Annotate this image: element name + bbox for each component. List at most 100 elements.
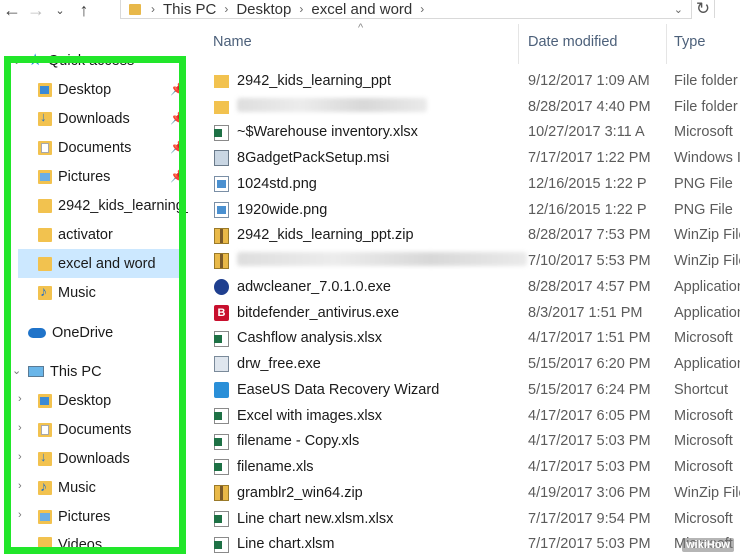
- zip-file-icon: [214, 485, 229, 501]
- file-name: Cashflow analysis.xlsx: [237, 330, 382, 346]
- chevron-down-icon[interactable]: ⌄: [12, 364, 21, 377]
- file-row[interactable]: 7/10/2017 5:53 PM WinZip File: [200, 248, 740, 274]
- nav-pc-pictures[interactable]: Pictures: [38, 502, 188, 531]
- breadcrumb-this-pc[interactable]: This PC: [163, 1, 216, 18]
- file-type: Application: [674, 305, 740, 321]
- file-date-modified: 7/17/2017 5:03 PM: [528, 536, 651, 552]
- address-bar[interactable]: › This PC › Desktop › excel and word › ⌄: [120, 0, 692, 19]
- downloads-folder-icon: [38, 452, 52, 466]
- file-row[interactable]: 8/28/2017 4:40 PMFile folder: [200, 94, 740, 120]
- folder-icon: [38, 228, 52, 242]
- file-row[interactable]: Cashflow analysis.xlsx4/17/2017 1:51 PMM…: [200, 326, 740, 352]
- up-arrow-icon[interactable]: ↑: [72, 0, 96, 20]
- nav-qa-documents[interactable]: Documents: [38, 133, 188, 162]
- redaction-blur: [237, 252, 527, 266]
- file-row[interactable]: filename.xls4/17/2017 5:03 PMMicrosoft: [200, 454, 740, 480]
- chevron-right-icon[interactable]: ›: [224, 2, 228, 16]
- nav-qa-music[interactable]: Music: [38, 278, 188, 307]
- file-row[interactable]: gramblr2_win64.zip4/19/2017 3:06 PMWinZi…: [200, 480, 740, 506]
- pin-icon[interactable]: 📌: [170, 82, 185, 96]
- address-dropdown-chevron-icon[interactable]: ⌄: [674, 3, 683, 16]
- file-row[interactable]: 1920wide.png12/16/2015 1:22 PPNG File: [200, 197, 740, 223]
- file-name-redacted: [237, 252, 527, 270]
- file-row[interactable]: EaseUS Data Recovery Wizard5/15/2017 6:2…: [200, 377, 740, 403]
- chevron-right-icon[interactable]: ›: [18, 509, 22, 521]
- chevron-right-icon[interactable]: ›: [151, 2, 155, 16]
- file-row[interactable]: 8GadgetPackSetup.msi7/17/2017 1:22 PMWin…: [200, 145, 740, 171]
- pin-icon[interactable]: 📌: [170, 140, 185, 154]
- file-name-redacted: [237, 98, 427, 116]
- documents-folder-icon: [38, 141, 52, 155]
- breadcrumb-desktop[interactable]: Desktop: [236, 1, 291, 18]
- excel-file-icon: [214, 459, 229, 475]
- column-type[interactable]: Type: [674, 34, 705, 50]
- msi-file-icon: [214, 150, 229, 166]
- breadcrumb-excel-and-word[interactable]: excel and word: [311, 1, 412, 18]
- file-row[interactable]: Bbitdefender_antivirus.exe8/3/2017 1:51 …: [200, 300, 740, 326]
- file-date-modified: 10/27/2017 3:11 A: [528, 124, 645, 140]
- chevron-right-icon[interactable]: ›: [18, 480, 22, 492]
- nav-qa-downloads[interactable]: Downloads: [38, 104, 188, 133]
- file-name: Line chart.xlsm: [237, 536, 335, 552]
- pin-icon[interactable]: 📌: [170, 111, 185, 125]
- nav-pc-music[interactable]: Music: [38, 473, 188, 502]
- file-row[interactable]: Line chart.xlsm7/17/2017 5:03 PMMicrosof…: [200, 532, 740, 557]
- file-row[interactable]: Line chart new.xlsm.xlsx7/17/2017 9:54 P…: [200, 506, 740, 532]
- chevron-right-icon[interactable]: ›: [18, 393, 22, 405]
- column-divider[interactable]: [518, 24, 519, 64]
- file-row[interactable]: filename - Copy.xls4/17/2017 5:03 PMMicr…: [200, 429, 740, 455]
- nav-pc-documents[interactable]: Documents: [38, 415, 188, 444]
- back-arrow-icon[interactable]: ←: [0, 0, 24, 20]
- nav-qa-pictures[interactable]: Pictures: [38, 162, 188, 191]
- nav-qa-activator[interactable]: activator: [38, 220, 188, 249]
- column-divider[interactable]: [666, 24, 667, 64]
- chevron-right-icon[interactable]: ›: [420, 2, 424, 16]
- chevron-down-icon[interactable]: ⌄: [12, 54, 21, 67]
- file-row[interactable]: Excel with images.xlsx4/17/2017 6:05 PMM…: [200, 403, 740, 429]
- nav-qa-desktop[interactable]: Desktop: [38, 75, 188, 104]
- pin-icon[interactable]: 📌: [170, 169, 185, 183]
- column-name[interactable]: Name: [213, 34, 252, 50]
- desktop-folder-icon: [38, 83, 52, 97]
- column-date-modified[interactable]: Date modified: [528, 34, 617, 50]
- file-icon-cell: [214, 459, 229, 475]
- excel-file-icon: [214, 331, 229, 347]
- file-name: filename - Copy.xls: [237, 433, 359, 449]
- chevron-right-icon[interactable]: ›: [18, 422, 22, 434]
- chevron-right-icon[interactable]: ›: [299, 2, 303, 16]
- nav-qa-excel-and-word[interactable]: excel and word: [18, 249, 184, 278]
- file-date-modified: 8/28/2017 4:40 PM: [528, 99, 651, 115]
- nav-pc-videos[interactable]: Videos: [38, 533, 188, 555]
- file-type: WinZip File: [674, 227, 740, 243]
- nav-quick-access[interactable]: ★ Quick access: [28, 46, 188, 75]
- file-type: File folder: [674, 73, 738, 89]
- recent-locations-chevron-icon[interactable]: ⌄: [48, 0, 72, 20]
- file-row[interactable]: 1024std.png12/16/2015 1:22 PPNG File: [200, 171, 740, 197]
- search-input[interactable]: [714, 0, 740, 18]
- refresh-icon[interactable]: ↻: [692, 0, 714, 18]
- nav-qa-2942-kids-learning[interactable]: 2942_kids_learning_p: [38, 191, 188, 220]
- file-icon-cell: [214, 253, 229, 269]
- nav-onedrive[interactable]: OneDrive: [28, 318, 188, 347]
- file-type: WinZip File: [674, 253, 740, 269]
- file-date-modified: 7/10/2017 5:53 PM: [528, 253, 651, 269]
- file-row[interactable]: drw_free.exe5/15/2017 6:20 PMApplication: [200, 351, 740, 377]
- file-row[interactable]: ~$Warehouse inventory.xlsx10/27/2017 3:1…: [200, 120, 740, 146]
- chevron-right-icon[interactable]: ›: [18, 451, 22, 463]
- file-name: 8GadgetPackSetup.msi: [237, 150, 389, 166]
- file-row[interactable]: adwcleaner_7.0.1.0.exe8/28/2017 4:57 PMA…: [200, 274, 740, 300]
- nav-pc-downloads[interactable]: Downloads: [38, 444, 188, 473]
- file-name: EaseUS Data Recovery Wizard: [237, 382, 439, 398]
- file-date-modified: 7/17/2017 9:54 PM: [528, 511, 651, 527]
- nav-label: Desktop: [58, 393, 111, 409]
- nav-label: Downloads: [58, 451, 130, 467]
- forward-arrow-icon[interactable]: →: [24, 0, 48, 20]
- nav-pc-desktop[interactable]: Desktop: [38, 386, 188, 415]
- file-date-modified: 4/17/2017 5:03 PM: [528, 459, 651, 475]
- nav-label: Quick access: [48, 53, 134, 69]
- nav-this-pc[interactable]: This PC: [28, 357, 188, 386]
- nav-label: 2942_kids_learning_p: [58, 198, 188, 214]
- file-row[interactable]: 2942_kids_learning_ppt9/12/2017 1:09 AMF…: [200, 68, 740, 94]
- file-date-modified: 4/17/2017 6:05 PM: [528, 408, 651, 424]
- file-row[interactable]: 2942_kids_learning_ppt.zip8/28/2017 7:53…: [200, 223, 740, 249]
